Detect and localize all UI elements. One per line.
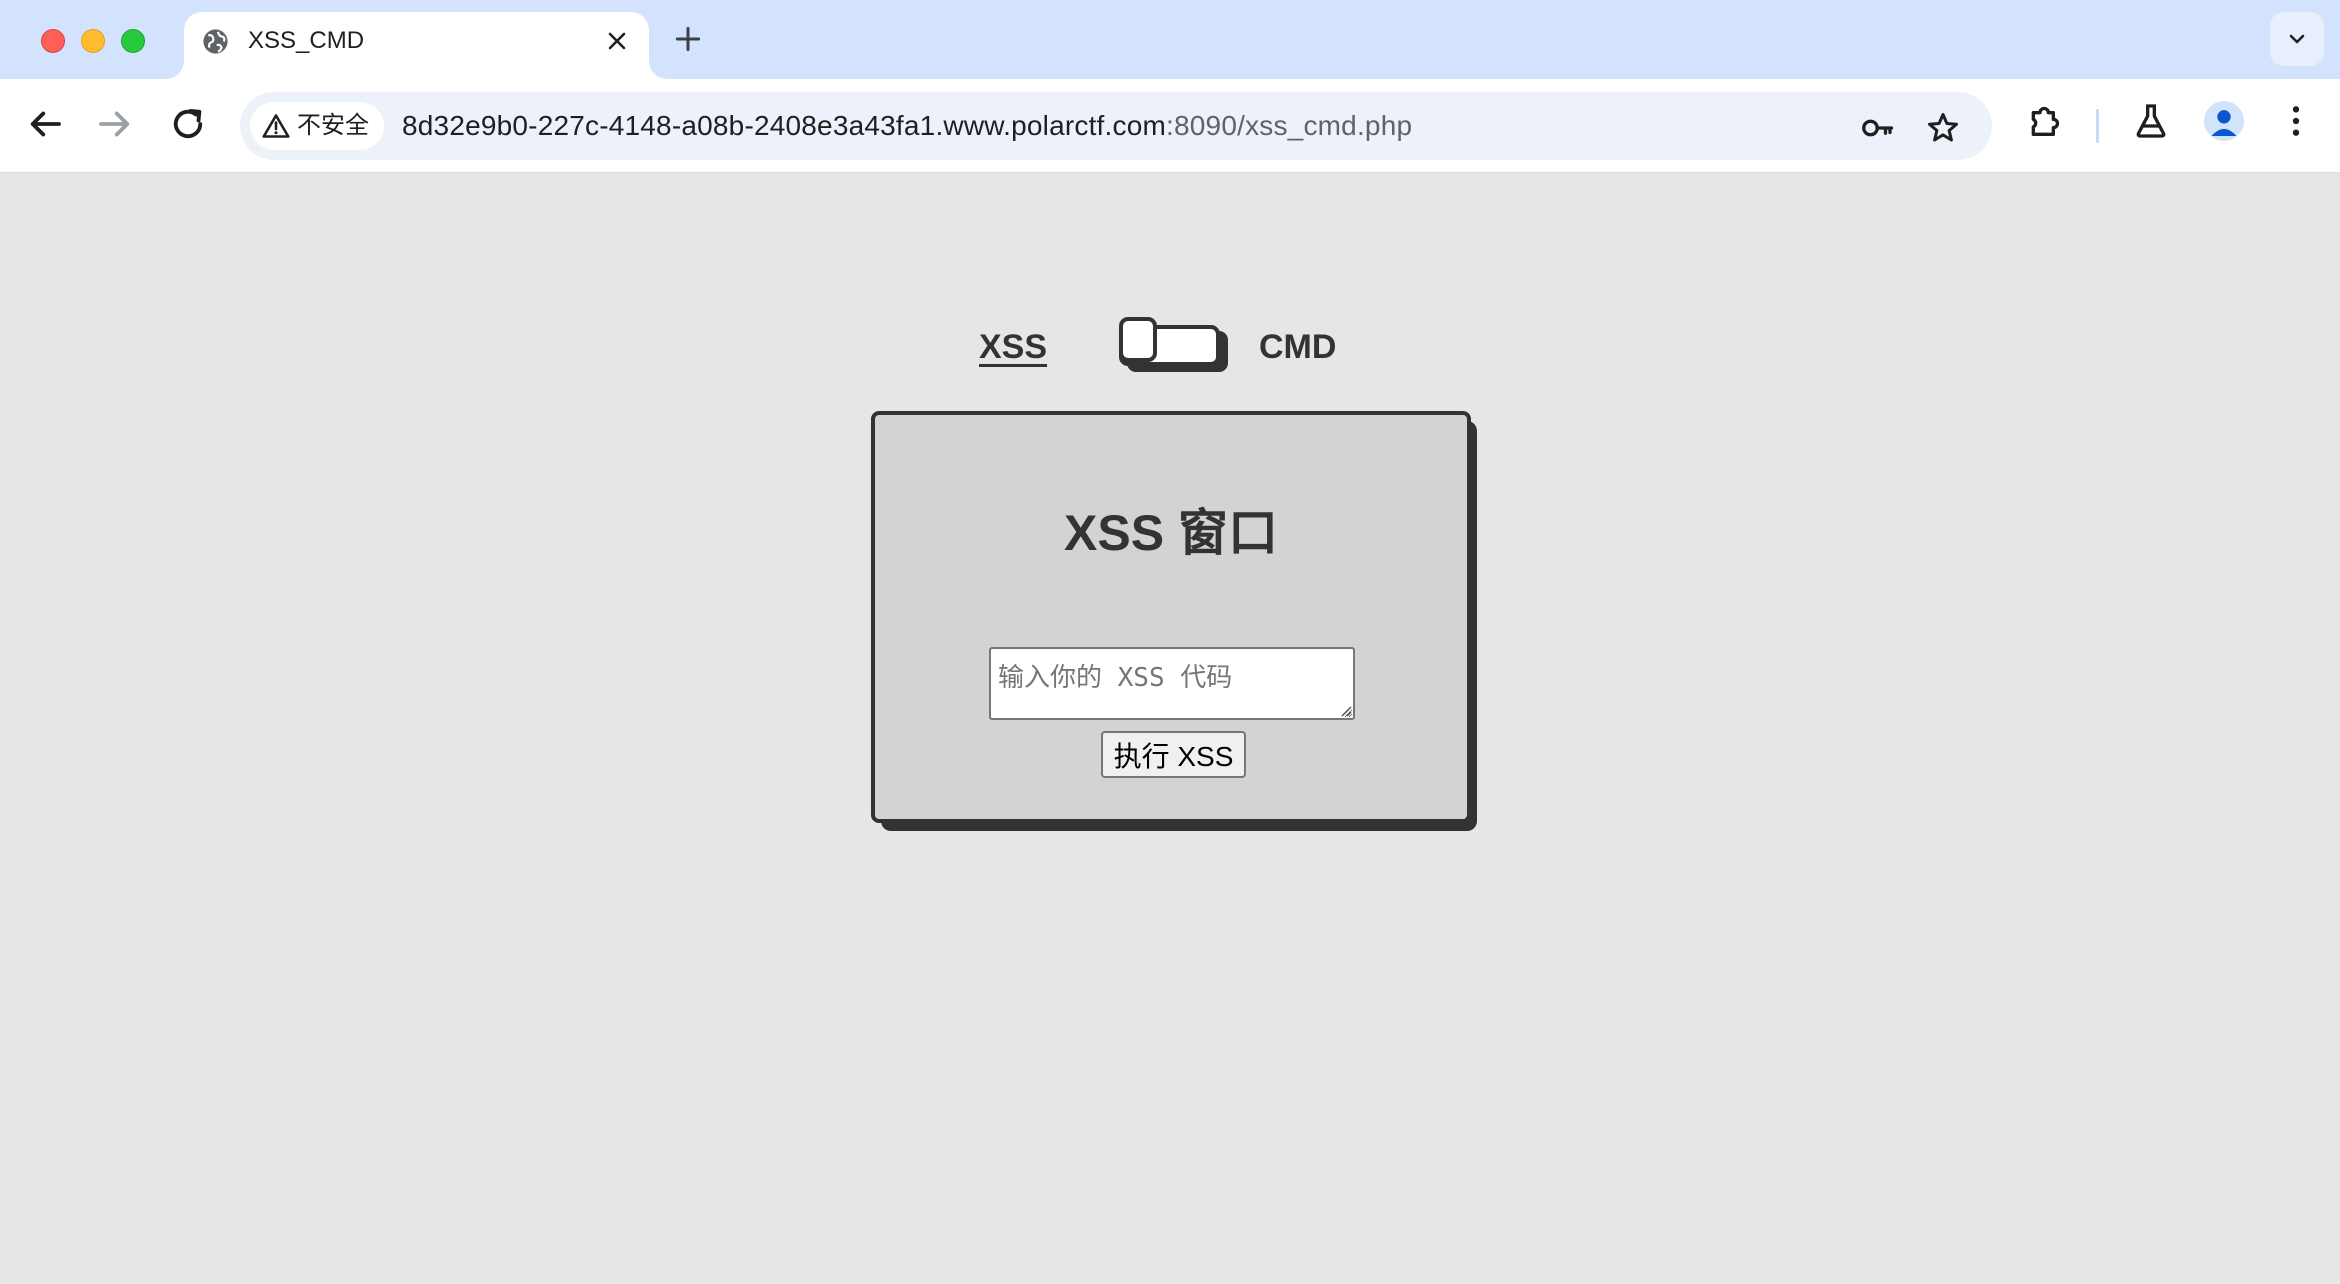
page-viewport: XSS CMD XSS 窗口 执行 XSS: [0, 173, 2340, 1284]
chevron-down-icon: [2289, 34, 2305, 44]
toolbar-divider: [2096, 109, 2099, 143]
profile-avatar[interactable]: [2204, 101, 2244, 141]
mode-toggle-switch[interactable]: [1119, 317, 1228, 372]
extensions-icon[interactable]: [2025, 101, 2065, 141]
star-icon[interactable]: [1925, 110, 1961, 146]
warning-triangle-icon: [262, 114, 290, 138]
panel-title: XSS 窗口: [1064, 505, 1278, 561]
xss-mode-link[interactable]: XSS: [979, 327, 1047, 367]
site-security-chip[interactable]: 不安全: [250, 102, 384, 150]
address-bar[interactable]: 不安全 8d32e9b0-227c-4148-a08b-2408e3a43fa1…: [240, 92, 1992, 160]
key-icon[interactable]: [1860, 110, 1896, 146]
url-host: 8d32e9b0-227c-4148-a08b-2408e3a43fa1.www…: [402, 110, 1167, 141]
toggle-knob: [1119, 317, 1157, 362]
profile-icon: [2211, 110, 2237, 136]
xss-code-input[interactable]: [989, 647, 1355, 720]
close-tab-icon[interactable]: [603, 27, 631, 55]
forward-icon[interactable]: [94, 103, 136, 145]
browser-toolbar: 不安全 8d32e9b0-227c-4148-a08b-2408e3a43fa1…: [0, 79, 2340, 173]
active-tab[interactable]: XSS_CMD: [184, 12, 649, 79]
globe-icon: [203, 29, 228, 54]
labs-flask-icon[interactable]: [2131, 101, 2171, 141]
more-menu-icon[interactable]: [2276, 101, 2316, 141]
window-close-button[interactable]: [41, 29, 65, 53]
reload-icon[interactable]: [167, 103, 209, 145]
security-label: 不安全: [297, 112, 369, 139]
execute-xss-button[interactable]: 执行 XSS: [1101, 731, 1246, 778]
tab-strip: XSS_CMD: [0, 0, 2340, 79]
new-tab-plus-icon[interactable]: [672, 23, 704, 55]
window-maximize-button[interactable]: [121, 29, 145, 53]
tab-search-button[interactable]: [2270, 12, 2324, 66]
window-minimize-button[interactable]: [81, 29, 105, 53]
back-icon[interactable]: [24, 103, 66, 145]
url-path: :8090/xss_cmd.php: [1166, 110, 1413, 141]
url-text[interactable]: 8d32e9b0-227c-4148-a08b-2408e3a43fa1.www…: [402, 109, 1412, 143]
tab-title: XSS_CMD: [248, 27, 365, 54]
cmd-mode-label[interactable]: CMD: [1259, 327, 1336, 367]
xss-panel: XSS 窗口 执行 XSS: [871, 411, 1471, 823]
